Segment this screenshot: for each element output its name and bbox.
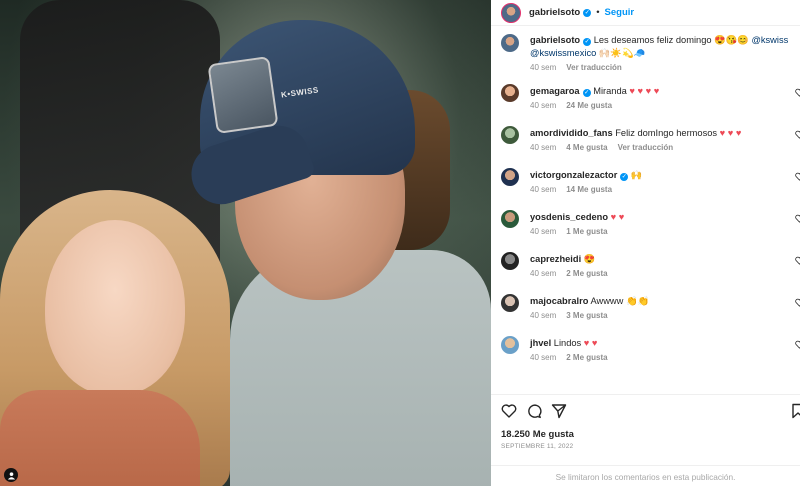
comment-time: 40 sem: [530, 311, 557, 320]
like-comment-icon[interactable]: [795, 172, 800, 181]
commenter-avatar[interactable]: [501, 84, 519, 102]
post-actions: 18.250 Me gusta SEPTIEMBRE 11, 2022 Se l…: [491, 394, 800, 486]
comment-text: 🙌: [630, 170, 643, 180]
girl-face: [45, 220, 185, 395]
comment-hearts: ♥ ♥ ♥ ♥: [629, 86, 660, 96]
comment-hearts: ♥ ♥ ♥: [719, 128, 742, 138]
comment-likes[interactable]: 2 Me gusta: [566, 353, 607, 362]
comment-likes[interactable]: 1 Me gusta: [566, 227, 607, 236]
comment-time: 40 sem: [530, 143, 557, 152]
comment-item: amordividido_fans Feliz domIngo hermosos…: [491, 126, 800, 168]
comment-username[interactable]: jhvel: [530, 338, 551, 348]
comment-item: victorgonzalezactor ✓ 🙌 40 sem 14 Me gusta: [491, 168, 800, 210]
comment-username[interactable]: majocabralro: [530, 296, 588, 306]
comments-limited-notice: Se limitaron los comentarios en esta pub…: [491, 465, 800, 486]
comment-username[interactable]: yosdenis_cedeno: [530, 212, 608, 222]
verified-icon: ✓: [582, 89, 591, 97]
caption-avatar[interactable]: [501, 34, 519, 52]
comment-username[interactable]: amordividido_fans: [530, 128, 613, 138]
commenter-avatar[interactable]: [501, 126, 519, 144]
like-comment-icon[interactable]: [795, 130, 800, 139]
like-comment-icon[interactable]: [795, 298, 800, 307]
commenter-avatar[interactable]: [501, 210, 519, 228]
comment-time: 40 sem: [530, 185, 557, 194]
comment-text: Feliz domIngo hermosos: [615, 128, 718, 138]
comment-time: 40 sem: [530, 101, 557, 110]
caption-text-2: 🙌🏻☀️💫🧢: [598, 48, 646, 58]
comment-likes[interactable]: 4 Me gusta: [566, 143, 607, 152]
girl-shirt: [0, 390, 200, 486]
caption-text-1: Les deseamos feliz domingo 😍😘😊: [593, 35, 749, 45]
like-count[interactable]: 18.250 Me gusta: [501, 429, 574, 440]
author-username[interactable]: gabrielsoto: [529, 7, 580, 18]
comment-text: 😍: [583, 254, 596, 264]
comment-likes[interactable]: 14 Me gusta: [566, 185, 612, 194]
comment-text: Miranda: [593, 86, 627, 96]
share-icon[interactable]: [551, 403, 567, 419]
comment-time: 40 sem: [530, 269, 557, 278]
save-icon[interactable]: [790, 403, 800, 419]
comment-username[interactable]: victorgonzalezactor: [530, 170, 617, 180]
caption-text: gabrielsoto ✓ Les deseamos feliz domingo …: [530, 34, 800, 60]
commenter-avatar[interactable]: [501, 294, 519, 312]
commenter-avatar[interactable]: [501, 252, 519, 270]
translate-link[interactable]: Ver traducción: [618, 143, 674, 152]
comment-likes[interactable]: 3 Me gusta: [566, 311, 607, 320]
post-date: SEPTIEMBRE 11, 2022: [501, 443, 574, 450]
comment-likes[interactable]: 2 Me gusta: [566, 269, 607, 278]
comment-time: 40 sem: [530, 227, 557, 236]
commenter-avatar[interactable]: [501, 168, 519, 186]
comment-item: caprezheidi 😍 40 sem 2 Me gusta: [491, 252, 800, 294]
like-comment-icon[interactable]: [795, 256, 800, 265]
tagged-user-icon[interactable]: [4, 468, 18, 482]
translate-link[interactable]: Ver traducción: [566, 63, 622, 72]
verified-icon: ✓: [583, 38, 592, 46]
comment-hearts: ♥ ♥: [583, 338, 598, 348]
comment-username[interactable]: caprezheidi: [530, 254, 581, 264]
follow-button[interactable]: Seguir: [605, 7, 635, 18]
comment-text: Awwww 👏👏: [590, 296, 650, 306]
comment-hearts: ♥ ♥: [610, 212, 625, 222]
comment-item: majocabralro Awwww 👏👏 40 sem 3 Me gusta: [491, 294, 800, 336]
like-icon[interactable]: [501, 403, 517, 419]
verified-icon: ✓: [583, 8, 592, 17]
caption: gabrielsoto ✓ Les deseamos feliz domingo …: [491, 34, 800, 72]
separator-dot: •: [596, 7, 600, 18]
commenter-avatar[interactable]: [501, 336, 519, 354]
like-comment-icon[interactable]: [795, 88, 800, 97]
comment-icon[interactable]: [526, 403, 542, 419]
comment-likes[interactable]: 24 Me gusta: [566, 101, 612, 110]
author-avatar[interactable]: [501, 2, 521, 23]
comment-time: 40 sem: [530, 353, 557, 362]
like-comment-icon[interactable]: [795, 340, 800, 349]
mention-kswiss[interactable]: @kswiss: [751, 35, 788, 45]
mention-kswissmexico[interactable]: @kswissmexico: [530, 48, 596, 58]
caption-username[interactable]: gabrielsoto: [530, 35, 580, 45]
post-sidebar: gabrielsoto ✓ • Seguir gabrielsoto ✓ Les …: [491, 0, 800, 486]
comment-item: jhvel Lindos ♥ ♥ 40 sem 2 Me gusta: [491, 336, 800, 378]
comment-item: gemagaroa ✓ Miranda ♥ ♥ ♥ ♥ 40 sem 24 Me g…: [491, 84, 800, 126]
comment-text: Lindos: [553, 338, 582, 348]
caption-time: 40 sem: [530, 63, 557, 72]
post-photo[interactable]: K•SWISS: [0, 0, 491, 486]
verified-icon: ✓: [620, 173, 629, 181]
cap-patch: [207, 56, 279, 134]
post-header: gabrielsoto ✓ • Seguir: [491, 0, 800, 26]
comment-item: yosdenis_cedeno ♥ ♥ 40 sem 1 Me gusta: [491, 210, 800, 252]
comments-list[interactable]: gabrielsoto ✓ Les deseamos feliz domingo …: [491, 34, 800, 394]
like-comment-icon[interactable]: [795, 214, 800, 223]
comment-username[interactable]: gemagaroa: [530, 86, 580, 96]
